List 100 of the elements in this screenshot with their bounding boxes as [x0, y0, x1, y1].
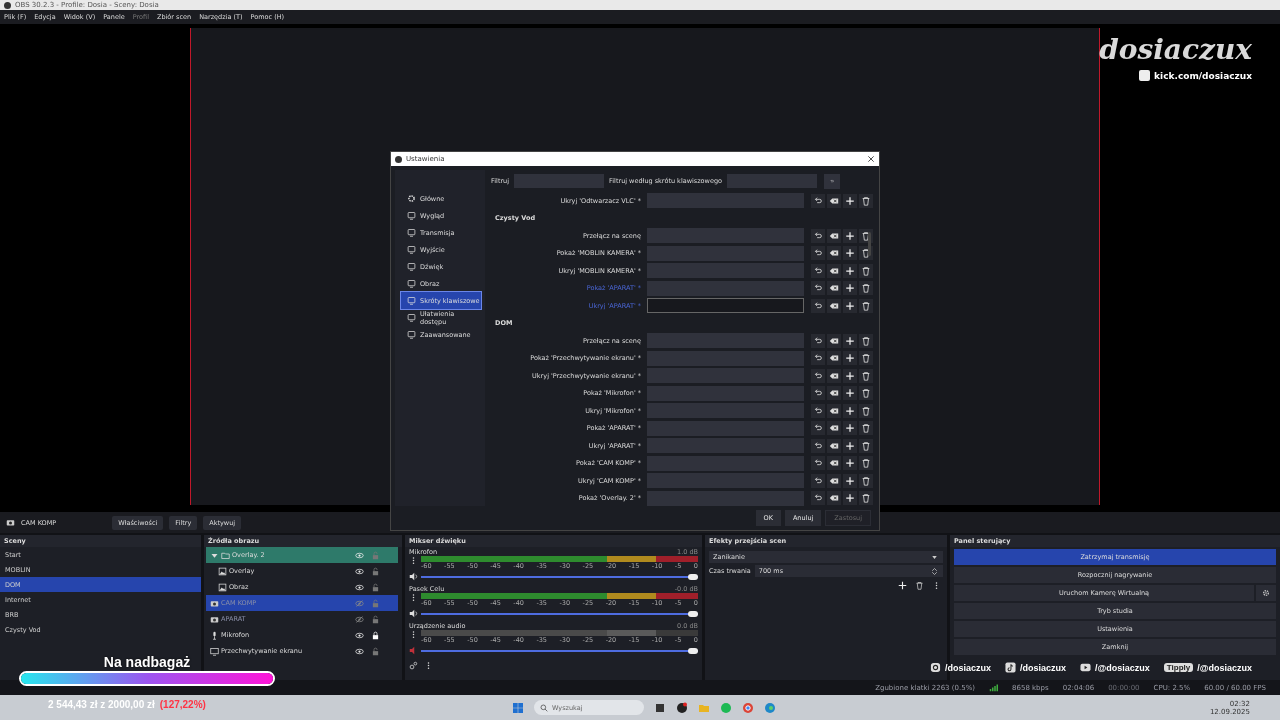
clear-icon[interactable]: [827, 298, 841, 313]
hotkey-field[interactable]: [647, 263, 804, 279]
eye-icon[interactable]: [355, 646, 364, 656]
hotkey-field[interactable]: [647, 455, 804, 471]
plus-icon[interactable]: [843, 351, 857, 366]
revert-icon[interactable]: [811, 491, 825, 506]
revert-icon[interactable]: [811, 438, 825, 453]
revert-icon[interactable]: [811, 421, 825, 436]
plus-icon[interactable]: [843, 456, 857, 471]
clear-icon[interactable]: [827, 193, 841, 208]
hotkey-field[interactable]: [647, 350, 804, 366]
hotkey-field[interactable]: [647, 385, 804, 401]
trash-icon[interactable]: [859, 228, 873, 243]
revert-icon[interactable]: [811, 246, 825, 261]
plus-icon[interactable]: [843, 263, 857, 278]
clear-icon[interactable]: [827, 421, 841, 436]
clear-icon[interactable]: [827, 228, 841, 243]
plus-icon[interactable]: [843, 228, 857, 243]
plus-icon[interactable]: [843, 473, 857, 488]
trash-icon[interactable]: [859, 281, 873, 296]
trash-icon[interactable]: [859, 193, 873, 208]
plus-icon[interactable]: [843, 193, 857, 208]
clear-icon[interactable]: [827, 491, 841, 506]
plus-icon[interactable]: [843, 298, 857, 313]
filter-field[interactable]: [514, 174, 605, 188]
browser-icon[interactable]: [742, 701, 754, 714]
plus-icon[interactable]: [843, 246, 857, 261]
clear-icon[interactable]: [827, 281, 841, 296]
plus-icon[interactable]: [843, 386, 857, 401]
revert-icon[interactable]: [811, 473, 825, 488]
clear-icon[interactable]: [827, 438, 841, 453]
trash-icon[interactable]: [859, 473, 873, 488]
app-icon[interactable]: [676, 701, 688, 714]
revert-icon[interactable]: [811, 298, 825, 313]
windows-logo-icon[interactable]: [512, 701, 524, 714]
revert-icon[interactable]: [811, 368, 825, 383]
clear-icon[interactable]: [827, 386, 841, 401]
plus-icon[interactable]: [843, 491, 857, 506]
slider-thumb[interactable]: [688, 647, 698, 654]
revert-icon[interactable]: [811, 403, 825, 418]
trash-icon[interactable]: [915, 581, 924, 590]
hotkey-field[interactable]: [647, 438, 804, 454]
revert-icon[interactable]: [811, 386, 825, 401]
trash-icon[interactable]: [859, 438, 873, 453]
trash-icon[interactable]: [859, 246, 873, 261]
clear-icon[interactable]: [827, 246, 841, 261]
clear-icon[interactable]: [827, 456, 841, 471]
trash-icon[interactable]: [859, 351, 873, 366]
trash-icon[interactable]: [859, 333, 873, 348]
hotkey-field[interactable]: [647, 228, 804, 244]
revert-icon[interactable]: [811, 333, 825, 348]
revert-icon[interactable]: [811, 193, 825, 208]
trash-icon[interactable]: [859, 456, 873, 471]
hotkey-field[interactable]: [647, 368, 804, 384]
hotkey-field[interactable]: [647, 473, 804, 489]
trash-icon[interactable]: [859, 421, 873, 436]
eye-icon[interactable]: [355, 566, 364, 576]
eye-crossed-icon[interactable]: [355, 614, 364, 624]
eye-icon[interactable]: [355, 582, 364, 592]
clear-icon[interactable]: [827, 473, 841, 488]
clear-icon[interactable]: [827, 403, 841, 418]
hotkey-field[interactable]: [647, 245, 804, 261]
app-icon[interactable]: [654, 701, 666, 714]
hotkey-field[interactable]: [647, 193, 804, 209]
plus-icon[interactable]: [843, 403, 857, 418]
clear-icon[interactable]: [827, 263, 841, 278]
settings-button[interactable]: [1256, 585, 1276, 601]
trash-icon[interactable]: [859, 403, 873, 418]
clear-icon[interactable]: [827, 368, 841, 383]
plus-icon[interactable]: [843, 438, 857, 453]
hotkey-filter-field[interactable]: [727, 174, 817, 188]
hotkey-field[interactable]: [647, 298, 804, 314]
trash-icon[interactable]: [859, 263, 873, 278]
hotkey-field[interactable]: [647, 420, 804, 436]
slider-thumb[interactable]: [688, 610, 698, 617]
plus-icon[interactable]: [843, 281, 857, 296]
plus-icon[interactable]: [843, 368, 857, 383]
slider-thumb[interactable]: [688, 573, 698, 580]
hotkey-field[interactable]: [647, 490, 804, 506]
eye-icon[interactable]: [355, 630, 364, 640]
plus-icon[interactable]: [843, 421, 857, 436]
plus-icon[interactable]: [898, 581, 907, 590]
hotkey-field[interactable]: [647, 333, 804, 349]
scrollbar-thumb[interactable]: [868, 232, 871, 256]
revert-icon[interactable]: [811, 351, 825, 366]
close-icon[interactable]: [867, 155, 875, 163]
padlock-icon[interactable]: [371, 630, 380, 640]
hotkey-field[interactable]: [647, 280, 804, 296]
revert-icon[interactable]: [811, 228, 825, 243]
trash-icon[interactable]: [859, 386, 873, 401]
revert-icon[interactable]: [811, 263, 825, 278]
revert-icon[interactable]: [811, 456, 825, 471]
clear-icon[interactable]: [827, 351, 841, 366]
clear-icon[interactable]: [827, 333, 841, 348]
trash-icon[interactable]: [859, 368, 873, 383]
trash-icon[interactable]: [859, 491, 873, 506]
plus-icon[interactable]: [843, 333, 857, 348]
hotkey-field[interactable]: [647, 403, 804, 419]
trash-icon[interactable]: [859, 298, 873, 313]
revert-icon[interactable]: [811, 281, 825, 296]
